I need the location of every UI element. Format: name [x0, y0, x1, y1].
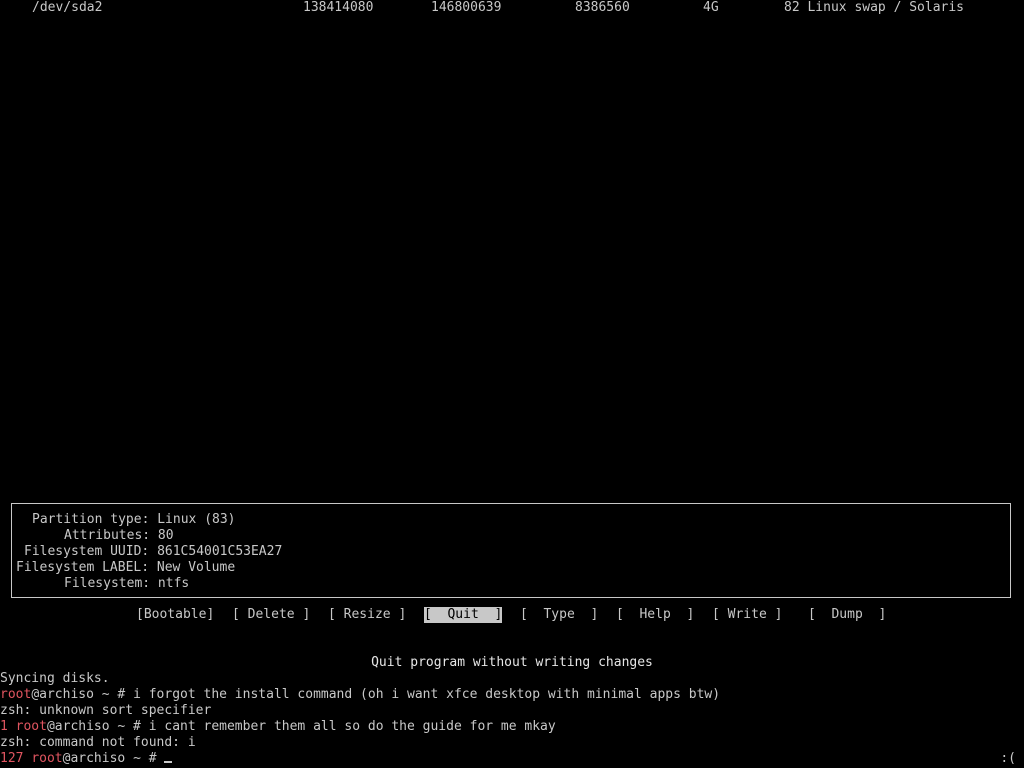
info-partition-type: Partition type: Linux (83): [32, 512, 236, 528]
info-attributes: Attributes: 80: [64, 528, 174, 544]
prompt-user: root: [0, 687, 32, 702]
help-button[interactable]: [ Help ]: [616, 607, 694, 623]
exit-code: 1: [0, 719, 16, 734]
write-button[interactable]: [ Write ]: [712, 607, 782, 623]
command-text: i forgot the install command (oh i want …: [133, 687, 721, 702]
info-partition-type-value: Linux (83): [157, 512, 236, 527]
text-cursor: [164, 761, 173, 763]
info-fs-label-label: Filesystem LABEL:: [16, 560, 150, 575]
partition-sectors: 8386560: [575, 0, 630, 15]
partition-type: 82 Linux swap / Solaris: [784, 0, 965, 15]
exit-code: 127: [0, 751, 32, 766]
resize-button[interactable]: [ Resize ]: [328, 607, 406, 623]
prompt-user: root: [15, 719, 47, 734]
partition-start: 138414080: [303, 0, 374, 15]
info-filesystem-label: Filesystem:: [64, 576, 151, 591]
status-indicator: :(: [1000, 751, 1016, 766]
terminal-prompt-1: root@archiso ~ # i forgot the install co…: [0, 687, 1024, 703]
terminal-screen: /dev/sda2 138414080 146800639 8386560 4G…: [0, 0, 1024, 768]
prompt-host: @archiso ~ #: [62, 751, 165, 766]
info-filesystem: Filesystem: ntfs: [64, 576, 189, 592]
type-button[interactable]: [ Type ]: [520, 607, 598, 623]
partition-info-box: Partition type: Linux (83) Attributes: 8…: [11, 503, 1011, 598]
partition-end: 146800639: [431, 0, 502, 15]
prompt-host: @archiso ~ #: [31, 687, 134, 702]
menu-hint: Quit program without writing changes: [371, 655, 653, 670]
info-fs-uuid: Filesystem UUID: 861C54001C53EA27: [24, 544, 282, 560]
info-partition-type-label: Partition type:: [32, 512, 150, 527]
info-filesystem-value: ntfs: [157, 576, 190, 591]
partition-device: /dev/sda2: [32, 0, 103, 15]
info-fs-label: Filesystem LABEL: New Volume: [16, 560, 235, 576]
terminal-output-1: zsh: unknown sort specifier: [0, 703, 212, 718]
quit-button[interactable]: [ Quit ]: [424, 607, 503, 623]
info-fs-label-value: New Volume: [156, 560, 236, 575]
prompt-host: @archiso ~ #: [46, 719, 149, 734]
dump-button[interactable]: [ Dump ]: [808, 607, 886, 623]
bootable-button[interactable]: [Bootable]: [136, 607, 214, 623]
terminal-prompt-2: 1 root@archiso ~ # i cant remember them …: [0, 719, 1024, 735]
partition-size: 4G: [703, 0, 719, 15]
action-menu: [Bootable] [ Delete ] [ Resize ] [ Quit …: [0, 607, 1024, 623]
command-text: i cant remember them all so do the guide…: [148, 719, 556, 734]
terminal-prompt-3[interactable]: 127 root@archiso ~ #: [0, 751, 1024, 767]
terminal-output: Syncing disks. root@archiso ~ # i forgot…: [0, 671, 1024, 767]
partition-row[interactable]: /dev/sda2 138414080 146800639 8386560 4G…: [0, 0, 1024, 16]
info-attributes-label: Attributes:: [64, 528, 151, 543]
terminal-output-2: zsh: command not found: i: [0, 735, 196, 750]
info-fs-uuid-value: 861C54001C53EA27: [157, 544, 283, 559]
terminal-line-sync: Syncing disks.: [0, 671, 110, 686]
info-fs-uuid-label: Filesystem UUID:: [24, 544, 150, 559]
delete-button[interactable]: [ Delete ]: [232, 607, 310, 623]
prompt-user: root: [31, 751, 63, 766]
info-attributes-value: 80: [157, 528, 174, 543]
